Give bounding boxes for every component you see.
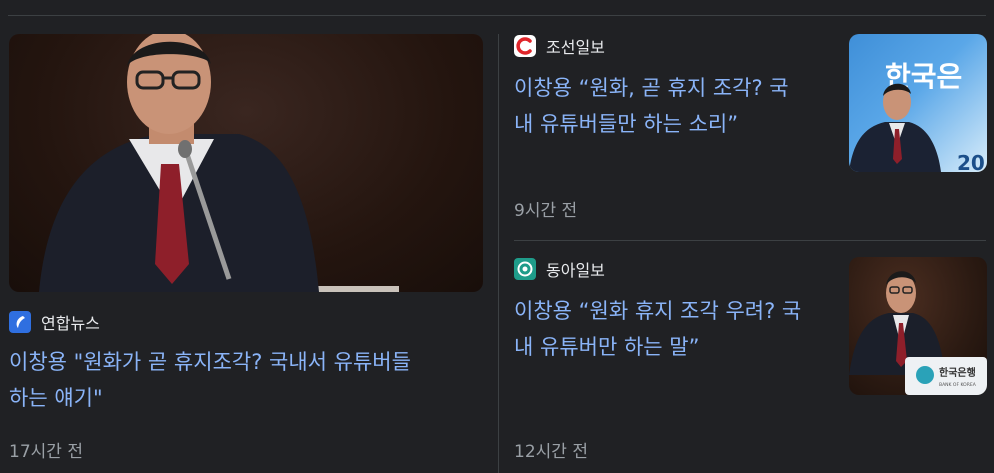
headline-line: 내 유튜버들만 하는 소리” [514, 112, 739, 136]
headline-line: 내 유튜버만 하는 말” [514, 335, 700, 359]
headline-line: 이창용 "원화가 곧 휴지조각? 국내서 유튜버들 [9, 350, 411, 374]
article-3-source[interactable]: 동아일보 [514, 257, 605, 281]
top-divider [8, 15, 986, 16]
article-1-headline[interactable]: 이창용 "원화가 곧 휴지조각? 국내서 유튜버들 하는 얘기" [9, 344, 483, 416]
headline-line: 이창용 “원화, 곧 휴지 조각? 국 [514, 76, 789, 100]
column-divider [498, 34, 499, 473]
article-2-headline[interactable]: 이창용 “원화, 곧 휴지 조각? 국 내 유튜버들만 하는 소리” [514, 70, 834, 142]
row-divider [514, 240, 986, 241]
headline-line: 하는 얘기" [9, 386, 103, 410]
article-1-time: 17시간 전 [9, 442, 83, 462]
yonhap-logo-icon [9, 311, 31, 333]
article-3-headline[interactable]: 이창용 “원화 휴지 조각 우려? 국 내 유튜버만 하는 말” [514, 293, 834, 365]
source-name: 동아일보 [546, 261, 605, 280]
chosun-logo-icon [514, 35, 536, 57]
article-2-time: 9시간 전 [514, 201, 578, 221]
headline-line: 이창용 “원화 휴지 조각 우려? 국 [514, 299, 802, 323]
article-2-source[interactable]: 조선일보 [514, 34, 605, 58]
article-1-source[interactable]: 연합뉴스 [9, 310, 100, 334]
source-name: 조선일보 [546, 38, 605, 57]
podium-sign-subtext: BANK OF KOREA [939, 382, 977, 388]
year-text: 20 [957, 151, 985, 172]
article-1-image[interactable] [9, 34, 483, 292]
article-3-time: 12시간 전 [514, 442, 588, 462]
article-3-thumbnail[interactable]: 한국은행 BANK OF KOREA [849, 257, 987, 395]
source-name: 연합뉴스 [41, 314, 100, 333]
article-2-thumbnail[interactable]: 한국은 20 [849, 34, 987, 172]
donga-logo-icon [514, 258, 536, 280]
podium-sign-text: 한국은행 [939, 366, 976, 379]
